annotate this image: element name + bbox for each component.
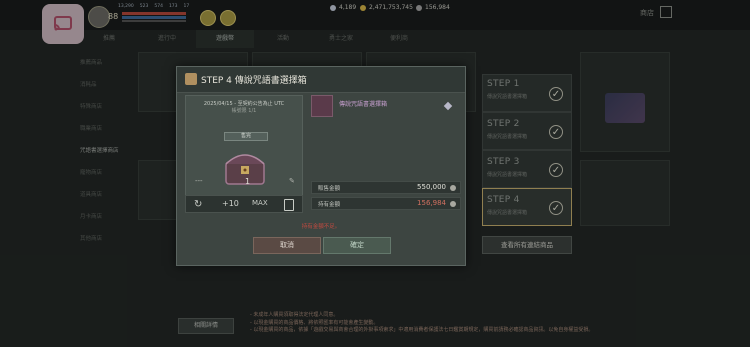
quantity-row: --- 1 ✎	[185, 177, 303, 193]
owned-value: 156,984	[417, 199, 446, 207]
item-info-row: 傳說咒語書選擇箱	[311, 95, 459, 117]
quantity-value[interactable]: 1	[245, 177, 250, 186]
price-row: 販售金額 550,000	[311, 181, 461, 194]
dialog-title: STEP 4 傳說咒語書選擇箱	[201, 76, 307, 86]
purchase-limit: 帳號限 1/1	[231, 108, 257, 114]
dialog-header: STEP 4 傳說咒語書選擇箱	[177, 67, 465, 93]
insufficient-funds-warning: 持有金額不足。	[301, 224, 341, 230]
quantity-controls: ↻ +10 MAX	[185, 195, 303, 213]
calculator-icon[interactable]	[284, 199, 294, 211]
reset-icon[interactable]: ↻	[194, 199, 202, 210]
plus-10-button[interactable]: +10	[222, 199, 239, 208]
quantity-plus-icon[interactable]: ✎	[289, 177, 295, 185]
confirm-button[interactable]: 確定	[323, 237, 391, 254]
purchase-dialog: STEP 4 傳說咒語書選擇箱 2025/04/15 - 至契約公告為止 UTC…	[176, 66, 466, 266]
max-button[interactable]: MAX	[252, 199, 268, 207]
owned-row: 持有金額 156,984	[311, 197, 461, 210]
silver-coin-icon	[450, 185, 456, 191]
sold-out-badge: 售完	[224, 132, 268, 141]
price-value: 550,000	[417, 183, 446, 191]
sale-period: 2025/04/15 - 至契約公告為止 UTC	[203, 101, 285, 107]
price-label: 販售金額	[318, 186, 341, 192]
item-name: 傳說咒語書選擇箱	[339, 101, 388, 108]
chest-icon	[185, 73, 197, 85]
silver-coin-icon	[450, 201, 456, 207]
owned-label: 持有金額	[318, 202, 341, 208]
cancel-button[interactable]: 取消	[253, 237, 321, 254]
chest-icon	[311, 95, 333, 117]
quantity-minus-button[interactable]: ---	[195, 177, 203, 185]
